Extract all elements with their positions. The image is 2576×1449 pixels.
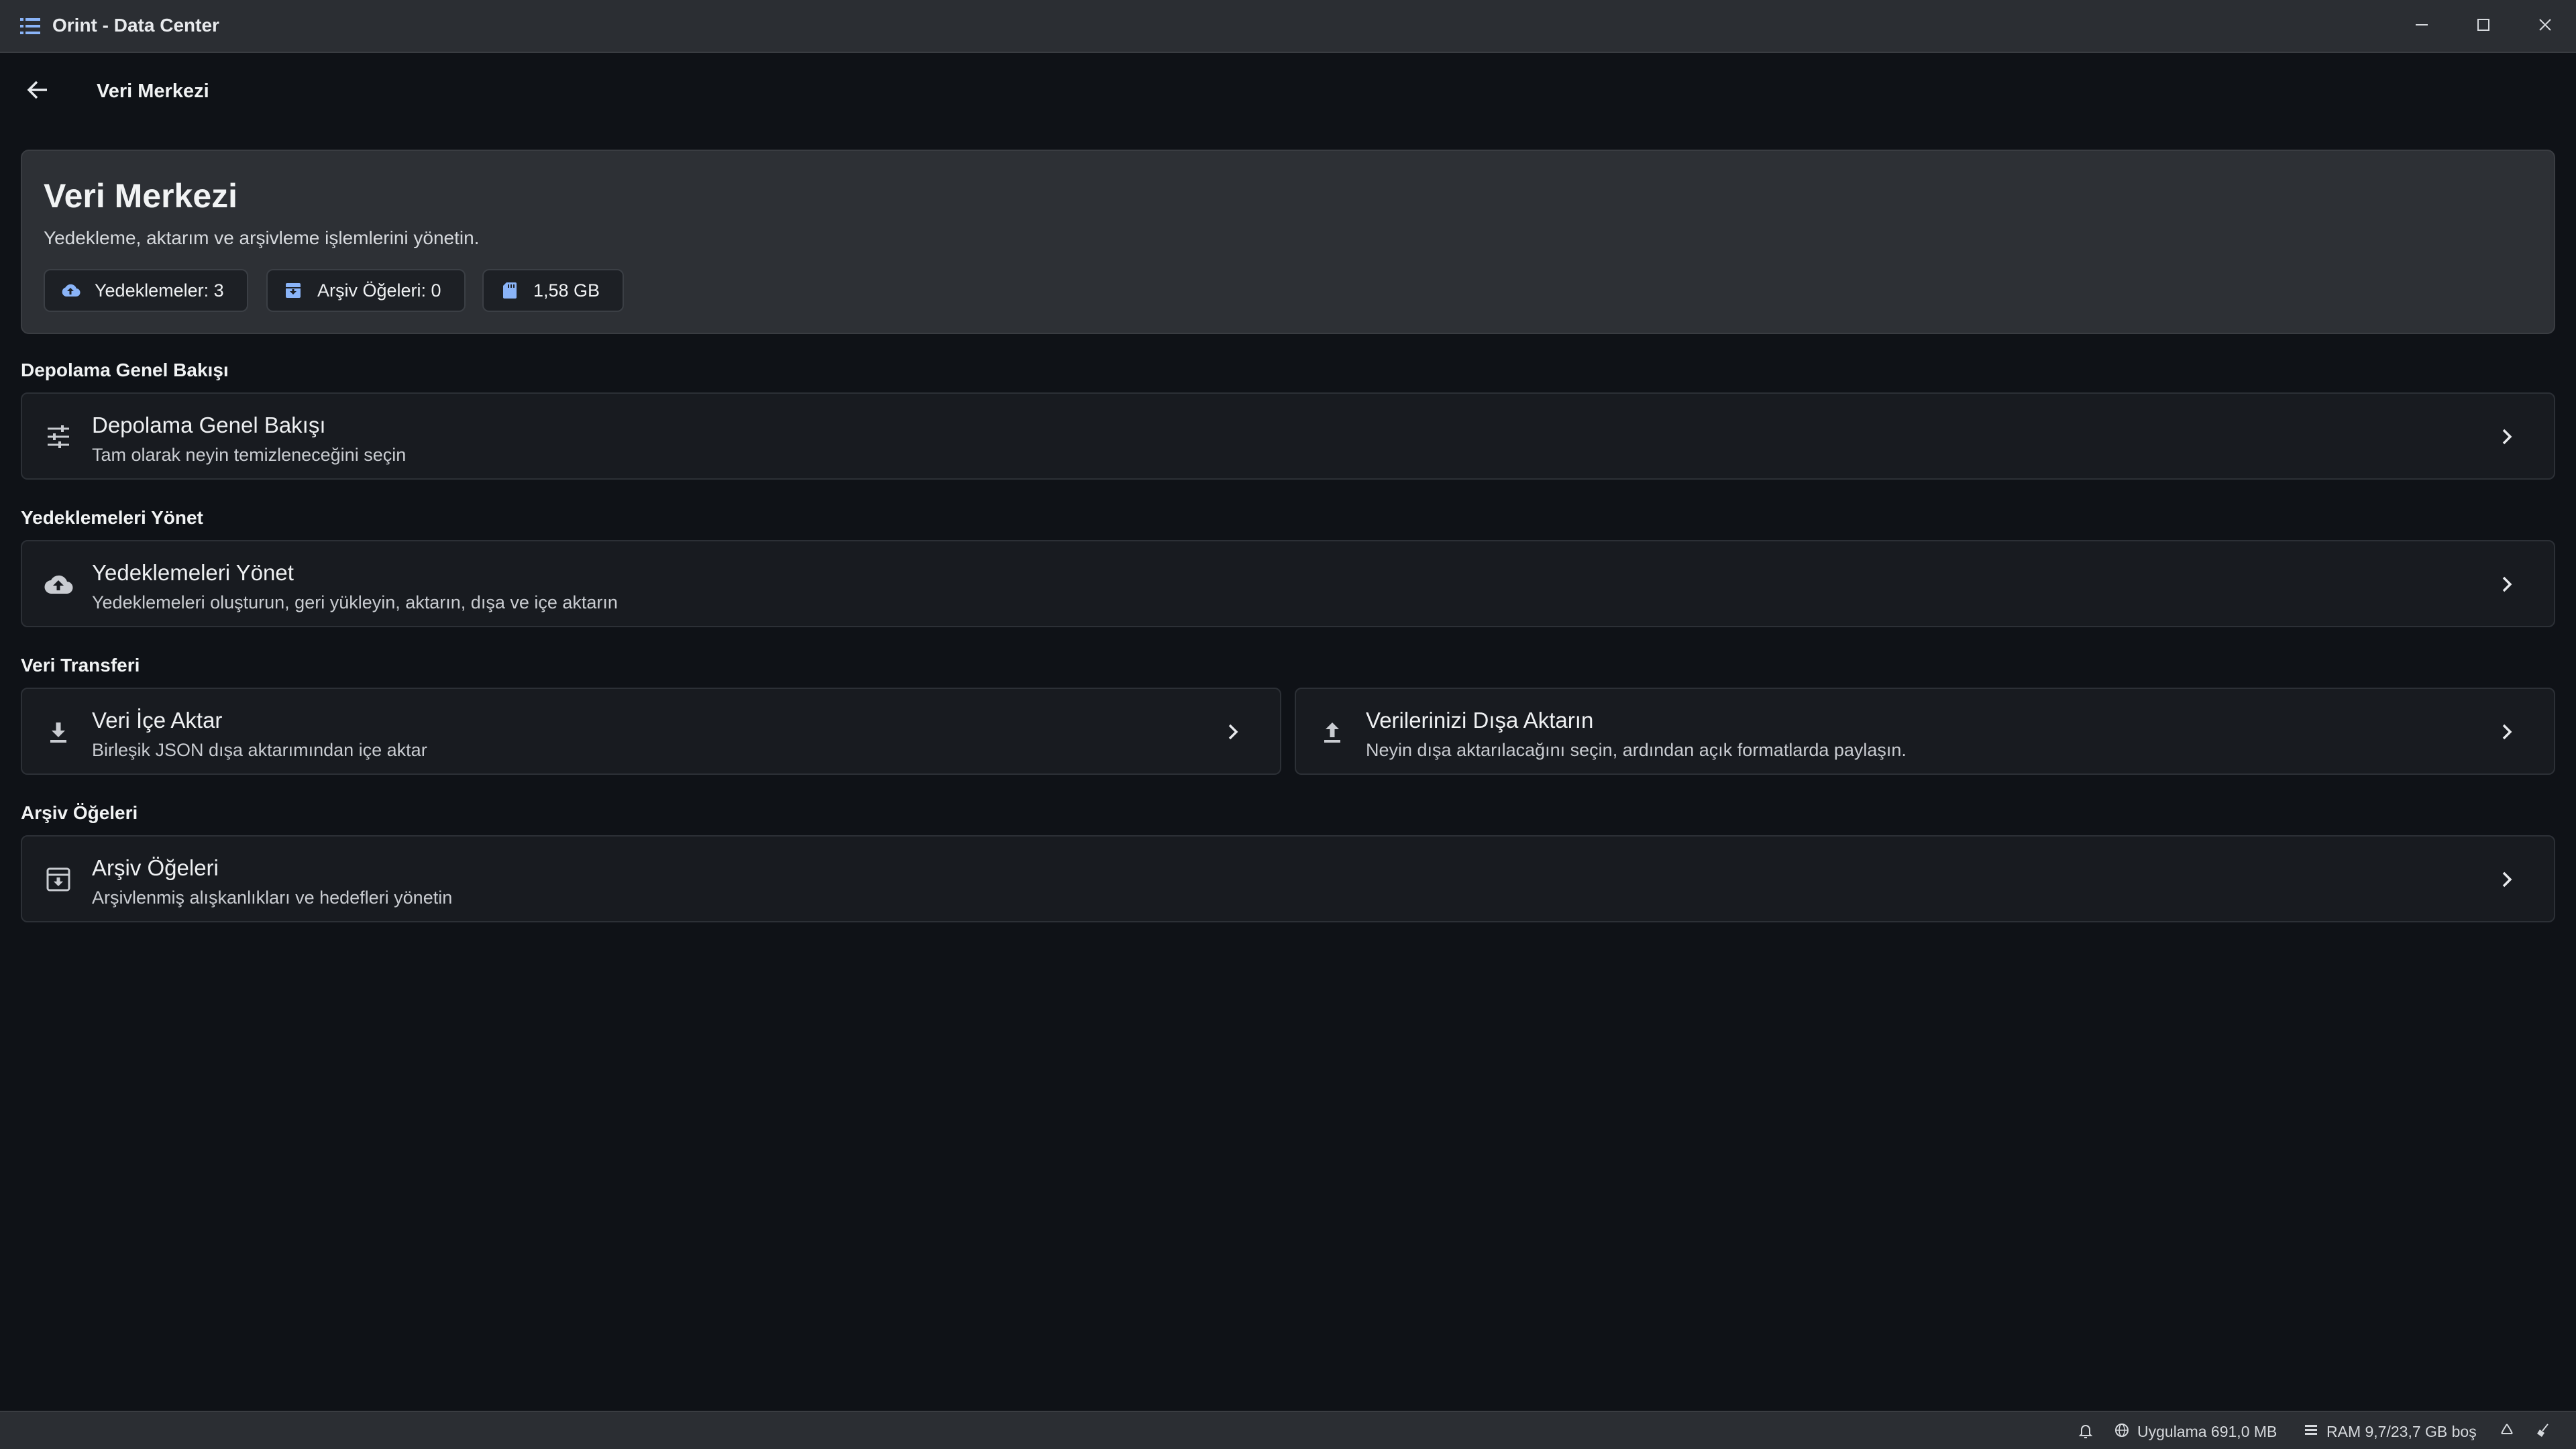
card-title: Veri İçe Aktar <box>92 708 223 733</box>
backups-count-chip: Yedeklemeler: 3 <box>44 269 248 312</box>
minimize-button[interactable] <box>2391 0 2453 53</box>
upload-icon <box>1316 716 1348 748</box>
chip-label: Arşiv Öğeleri: 0 <box>317 280 441 301</box>
ram-indicator: RAM 9,7/23,7 GB boş <box>2302 1421 2477 1442</box>
chevron-right-icon <box>2493 718 2520 745</box>
page-title: Veri Merkezi <box>97 80 209 102</box>
card-title: Depolama Genel Bakışı <box>92 413 326 437</box>
chip-label: Yedeklemeler: 3 <box>95 280 224 301</box>
manage-backups-card[interactable]: Yedeklemeleri Yönet Yedeklemeleri oluştu… <box>21 540 2555 627</box>
maximize-button[interactable] <box>2453 0 2514 53</box>
archive-items-card[interactable]: Arşiv Öğeleri Arşivlenmiş alışkanlıkları… <box>21 835 2555 922</box>
card-title: Arşiv Öğeleri <box>92 855 219 880</box>
card-description: Arşivlenmiş alışkanlıkları ve hedefleri … <box>92 888 453 908</box>
close-icon <box>2536 16 2554 37</box>
globe-icon <box>2113 1421 2131 1442</box>
chevron-right-icon <box>2493 866 2520 893</box>
archive-icon <box>42 863 74 896</box>
bell-icon <box>2077 1421 2094 1442</box>
cloud-upload-icon <box>60 280 81 301</box>
chip-label: 1,58 GB <box>533 280 600 301</box>
hero-panel: Veri Merkezi Yedekleme, aktarım ve arşiv… <box>21 150 2555 334</box>
notifications-button[interactable] <box>2077 1421 2094 1442</box>
storage-overview-card[interactable]: Depolama Genel Bakışı Tam olarak neyin t… <box>21 392 2555 480</box>
hero-title: Veri Merkezi <box>44 177 238 215</box>
card-description: Tam olarak neyin temizleneceğini seçin <box>92 445 407 465</box>
storage-size-chip: 1,58 GB <box>482 269 625 312</box>
card-title: Yedeklemeleri Yönet <box>92 560 294 585</box>
app-memory-indicator: Uygulama 691,0 MB <box>2113 1421 2277 1442</box>
cloud-upload-icon <box>42 568 74 600</box>
section-heading-transfer: Veri Transferi <box>21 655 140 676</box>
archive-count-chip: Arşiv Öğeleri: 0 <box>266 269 466 312</box>
back-button[interactable] <box>19 72 56 110</box>
window-titlebar: Orint - Data Center <box>0 0 2576 53</box>
card-title: Verilerinizi Dışa Aktarın <box>1366 708 1594 733</box>
section-heading-storage: Depolama Genel Bakışı <box>21 360 229 380</box>
sd-card-icon <box>498 280 520 301</box>
close-button[interactable] <box>2514 0 2576 53</box>
chevron-right-icon <box>2493 423 2520 450</box>
section-heading-backups: Yedeklemeleri Yönet <box>21 507 203 528</box>
chevron-right-icon <box>1220 718 1246 745</box>
chevron-right-icon <box>2493 571 2520 598</box>
card-description: Yedeklemeleri oluşturun, geri yükleyin, … <box>92 592 618 612</box>
import-data-card[interactable]: Veri İçe Aktar Birleşik JSON dışa aktarı… <box>21 688 1281 775</box>
memory-icon <box>2302 1421 2320 1442</box>
export-data-card[interactable]: Verilerinizi Dışa Aktarın Neyin dışa akt… <box>1295 688 2555 775</box>
minimize-icon <box>2413 16 2430 37</box>
maximize-icon <box>2475 16 2492 37</box>
status-bar: Uygulama 691,0 MB RAM 9,7/23,7 GB boş <box>0 1411 2576 1449</box>
tune-sliders-icon <box>42 421 74 453</box>
hero-subtitle: Yedekleme, aktarım ve arşivleme işlemler… <box>44 227 480 248</box>
card-description: Birleşik JSON dışa aktarımından içe akta… <box>92 740 427 760</box>
recycle-button[interactable] <box>2498 1421 2516 1442</box>
ram-text: RAM 9,7/23,7 GB boş <box>2326 1422 2477 1440</box>
clean-button[interactable] <box>2534 1421 2552 1442</box>
arrow-left-icon <box>24 76 51 107</box>
card-description: Neyin dışa aktarılacağını seçin, ardında… <box>1366 740 1907 760</box>
recycle-icon <box>2498 1421 2516 1442</box>
download-icon <box>42 716 74 748</box>
broom-icon <box>2534 1421 2552 1442</box>
section-heading-archive: Arşiv Öğeleri <box>21 802 138 823</box>
archive-icon <box>282 280 304 301</box>
app-memory-text: Uygulama 691,0 MB <box>2137 1422 2277 1440</box>
window-title: Orint - Data Center <box>52 15 219 36</box>
list-icon <box>20 17 40 35</box>
